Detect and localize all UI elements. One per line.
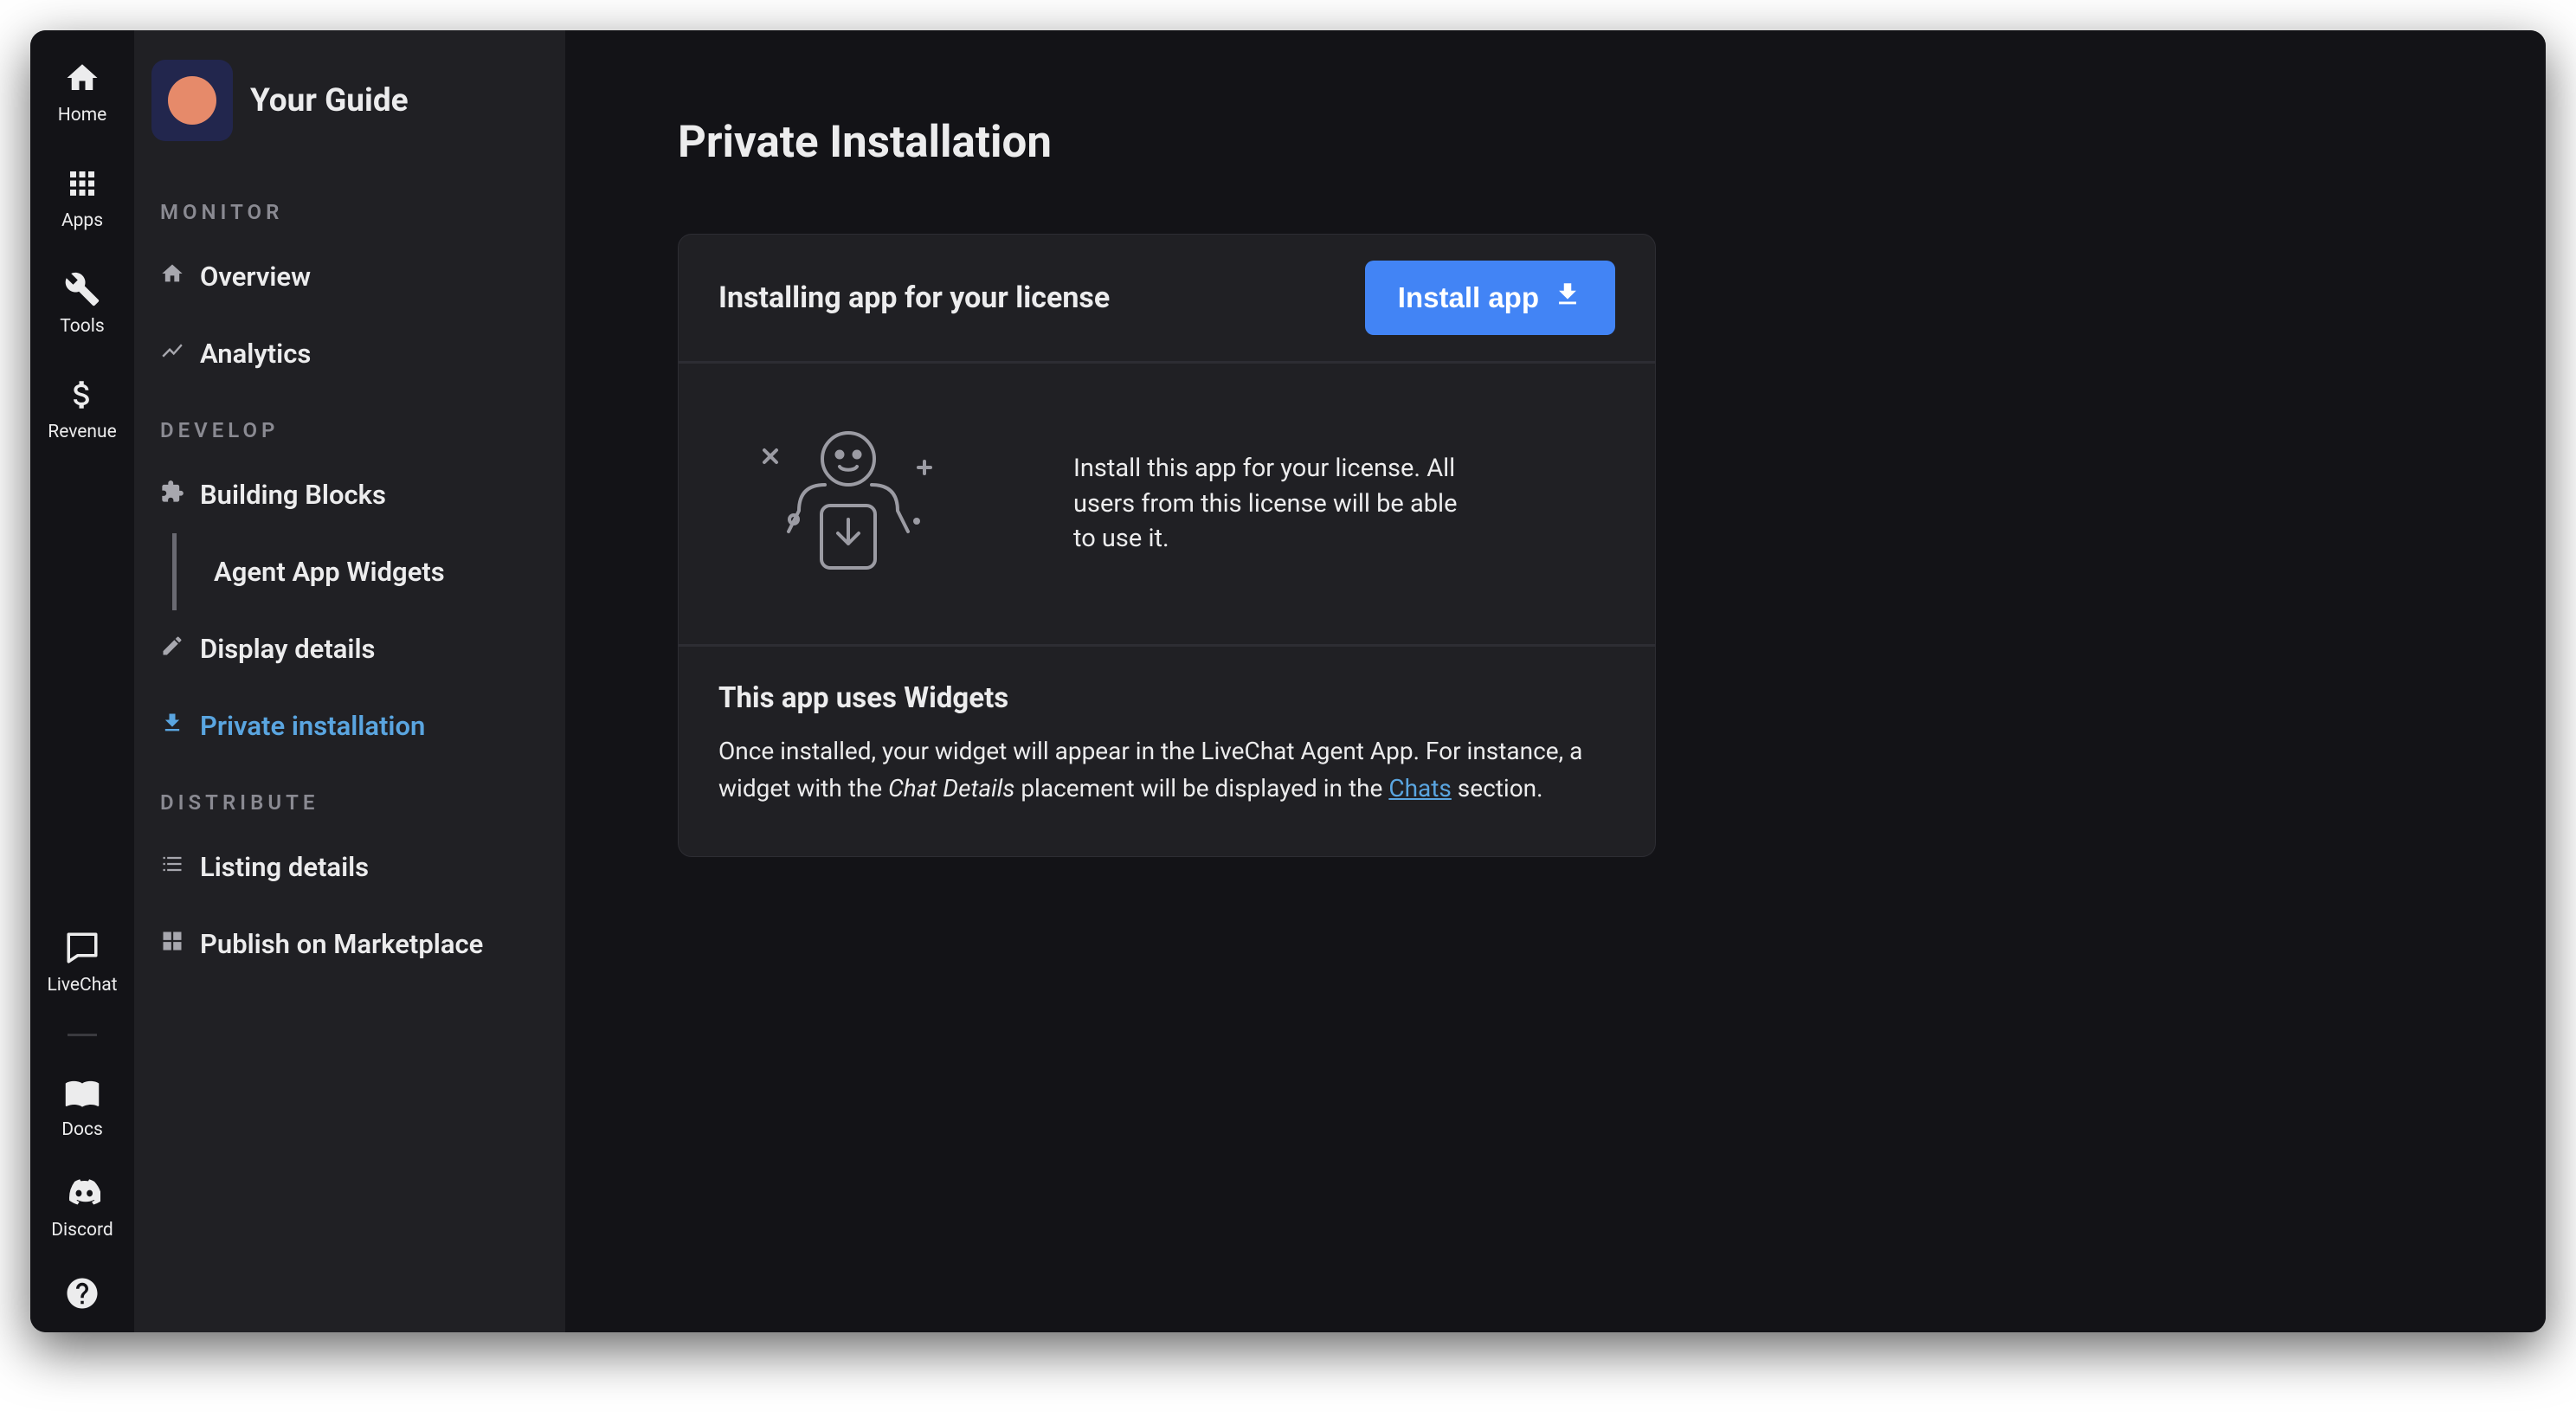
list-icon	[160, 851, 184, 883]
rail-revenue[interactable]: Revenue	[48, 377, 116, 442]
rail-divider	[68, 1034, 97, 1036]
sidebar-subitem-agent-app-widgets[interactable]: Agent App Widgets	[172, 533, 565, 610]
sidebar-item-building-blocks[interactable]: Building Blocks	[134, 456, 565, 533]
chart-line-icon	[160, 338, 184, 370]
rail-docs[interactable]: Docs	[61, 1074, 103, 1140]
sidebar-app-header: Your Guide	[134, 60, 565, 174]
puzzle-icon	[160, 479, 184, 511]
section-monitor: MONITOR	[134, 174, 565, 238]
rail-livechat[interactable]: LiveChat	[47, 930, 117, 996]
widgets-heading: This app uses Widgets	[718, 681, 1615, 715]
rail-apps[interactable]: Apps	[61, 165, 103, 231]
rail-revenue-label: Revenue	[48, 422, 116, 442]
install-app-button[interactable]: Install app	[1365, 261, 1615, 335]
rail-home-label: Home	[58, 105, 107, 126]
widgets-description: Once installed, your widget will appear …	[718, 732, 1615, 808]
sidebar-item-label: Overview	[200, 261, 311, 293]
sidebar-item-publish-marketplace[interactable]: Publish on Marketplace	[134, 906, 565, 983]
apps-grid-icon	[64, 165, 100, 205]
panel-body-text: Install this app for your license. All u…	[1073, 451, 1463, 557]
sidebar-item-display-details[interactable]: Display details	[134, 610, 565, 687]
sidebar-item-label: Building Blocks	[200, 479, 386, 511]
panel-header: Installing app for your license Install …	[679, 235, 1655, 364]
text-part: section.	[1452, 774, 1543, 802]
sidebar-item-private-installation[interactable]: Private installation	[134, 687, 565, 764]
sidebar-item-label: Private installation	[200, 710, 425, 742]
app-window: Home Apps Tools Revenue	[30, 30, 2546, 1332]
main-content: Private Installation Installing app for …	[565, 30, 2546, 1332]
sidebar-item-label: Display details	[200, 633, 375, 665]
rail-help[interactable]	[64, 1275, 100, 1315]
download-icon	[1553, 280, 1582, 316]
page-title: Private Installation	[678, 117, 2433, 168]
section-distribute: DISTRIBUTE	[134, 764, 565, 828]
rail-top-group: Home Apps Tools Revenue	[48, 60, 116, 930]
sidebar-item-label: Listing details	[200, 851, 369, 883]
sidebar-item-listing-details[interactable]: Listing details	[134, 828, 565, 906]
sidebar-subitem-label: Agent App Widgets	[214, 556, 445, 588]
sidebar-item-label: Analytics	[200, 338, 311, 370]
rail-docs-label: Docs	[61, 1119, 103, 1140]
sidebar-item-label: Publish on Marketplace	[200, 928, 483, 960]
grid-icon	[160, 928, 184, 960]
chats-link[interactable]: Chats	[1388, 774, 1452, 802]
wrench-icon	[64, 271, 100, 311]
text-part: placement will be displayed in the	[1014, 774, 1388, 802]
rail-discord[interactable]: Discord	[51, 1175, 113, 1241]
icon-rail: Home Apps Tools Revenue	[30, 30, 134, 1332]
panel-body: Install this app for your license. All u…	[679, 364, 1655, 644]
rail-livechat-label: LiveChat	[47, 975, 117, 996]
panel-header-title: Installing app for your license	[718, 280, 1110, 315]
rail-apps-label: Apps	[61, 210, 103, 231]
app-icon	[151, 60, 233, 141]
install-app-button-label: Install app	[1398, 281, 1539, 314]
dollar-icon	[64, 377, 100, 416]
sidebar: Your Guide MONITOR Overview Analytics DE…	[134, 30, 565, 1332]
pencil-icon	[160, 633, 184, 665]
home-icon	[64, 60, 100, 100]
rail-bottom-group: LiveChat Docs Discord	[47, 930, 117, 1315]
sidebar-item-overview[interactable]: Overview	[134, 238, 565, 315]
book-icon	[64, 1074, 100, 1114]
chat-bubble-icon	[64, 930, 100, 970]
app-icon-graphic	[168, 76, 216, 125]
section-develop: DEVELOP	[134, 392, 565, 456]
rail-tools-label: Tools	[60, 316, 104, 337]
install-panel: Installing app for your license Install …	[678, 234, 1656, 857]
panel-widgets-info: This app uses Widgets Once installed, yo…	[679, 644, 1655, 856]
download-icon	[160, 710, 184, 742]
help-circle-icon	[64, 1299, 100, 1315]
home-outline-icon	[160, 261, 184, 293]
text-italic: Chat Details	[888, 774, 1014, 802]
install-illustration	[718, 426, 978, 582]
discord-icon	[64, 1175, 100, 1215]
rail-discord-label: Discord	[51, 1220, 113, 1241]
sidebar-item-analytics[interactable]: Analytics	[134, 315, 565, 392]
app-title: Your Guide	[250, 82, 409, 119]
rail-tools[interactable]: Tools	[60, 271, 104, 337]
rail-home[interactable]: Home	[58, 60, 107, 126]
